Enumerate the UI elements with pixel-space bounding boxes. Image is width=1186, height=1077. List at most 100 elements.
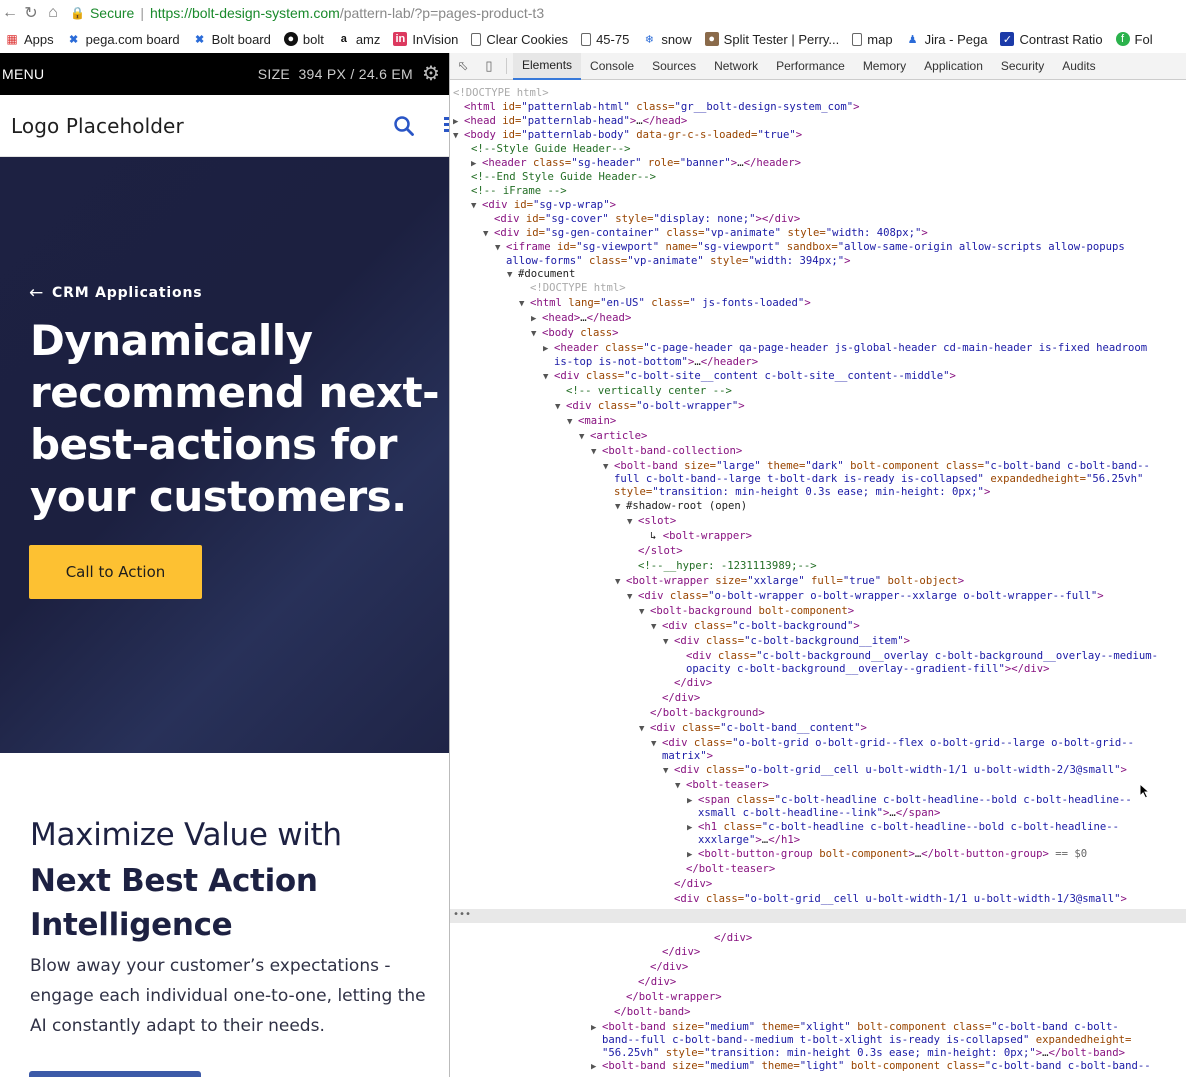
dom-node-line[interactable]: </div> [651, 946, 700, 959]
dom-node-line[interactable]: <div id="sg-cover" style="display: none;… [483, 213, 800, 226]
dom-node-line[interactable]: ▶ <head id="patternlab-head">…</head> [453, 115, 687, 129]
dom-node-line[interactable]: ▶ <span class="c-bolt-headline c-bolt-hea… [687, 794, 1132, 808]
dom-node-line[interactable]: </bolt-wrapper> [615, 991, 722, 1004]
bookmark-clear-cookies[interactable]: Clear Cookies [471, 32, 568, 47]
bookmark-amz[interactable]: a amz [337, 32, 381, 47]
bookmark-map[interactable]: map [852, 32, 893, 47]
dom-node-line[interactable]: ▼ <article> [579, 430, 647, 444]
dom-node-line[interactable]: <!-- vertically center --> [555, 385, 732, 398]
dom-node-line[interactable]: ▶ <head>…</head> [531, 312, 631, 326]
dom-node-line[interactable]: ▶ <bolt-band size="medium" theme="xlight"… [591, 1021, 1119, 1035]
tab-audits[interactable]: Audits [1053, 53, 1104, 80]
bookmark-pega-board[interactable]: ✖ pega.com board [67, 32, 180, 47]
search-icon[interactable] [392, 114, 416, 138]
dom-node-line[interactable]: <!-- iFrame --> [471, 185, 567, 198]
url-field[interactable]: 🔒 Secure | https://bolt-design-system.co… [70, 3, 544, 23]
dom-node-line[interactable]: band--full c-bolt-band--medium t-bolt-xl… [591, 1034, 1131, 1047]
dom-node-line[interactable]: ▼ <bolt-background bolt-component> [639, 605, 854, 619]
bookmark-apps[interactable]: ▦ Apps [5, 32, 53, 47]
back-icon[interactable]: ← [0, 0, 20, 25]
eyebrow-link[interactable]: ← CRM Applications [29, 283, 202, 303]
bookmark-split-tester[interactable]: ● Split Tester | Perry... [704, 32, 839, 47]
dom-node-line[interactable]: </div> [663, 677, 712, 690]
dom-node-line[interactable]: ▼ <html lang="en-US" class=" js-fonts-loa… [519, 297, 811, 311]
dom-node-line[interactable]: </bolt-band> [603, 1006, 691, 1019]
tab-network[interactable]: Network [705, 53, 767, 80]
bookmark-contrast-ratio[interactable]: ✓ Contrast Ratio [1000, 32, 1103, 47]
dom-node-line[interactable]: ▼ #document [507, 268, 575, 282]
dom-node-line[interactable]: ↳ <bolt-wrapper> [639, 530, 752, 543]
node-options-icon[interactable]: ••• [453, 909, 471, 920]
dom-node-line[interactable]: is-top is-not-bottom">…</header> [543, 356, 758, 369]
dom-node-line[interactable]: <div class="o-bolt-grid__cell u-bolt-wid… [663, 893, 1127, 906]
dom-node-line[interactable]: </bolt-teaser> [675, 863, 775, 876]
dom-node-line[interactable]: ▼ <div class="o-bolt-grid__cell u-bolt-wi… [663, 764, 1127, 778]
dom-node-line[interactable]: ▼ <main> [567, 415, 616, 429]
dom-node-line[interactable]: <!DOCTYPE html> [453, 87, 549, 100]
section-button[interactable] [29, 1071, 201, 1077]
dom-node-line[interactable]: </div> [627, 976, 676, 989]
dom-node-line[interactable]: xxxlarge">…</h1> [687, 834, 800, 847]
dom-node-line[interactable]: style="transition: min-height 0.3s ease;… [603, 486, 990, 499]
dom-node-line[interactable]: ▼ <div class="c-bolt-band__content"> [639, 722, 867, 736]
tab-sources[interactable]: Sources [643, 53, 705, 80]
dom-node-line[interactable]: ▶ <bolt-band size="medium" theme="light" … [591, 1060, 1151, 1074]
dom-node-line[interactable]: ▼ <div id="sg-vp-wrap"> [471, 199, 616, 213]
dom-node-line[interactable]: ▼ <div id="sg-gen-container" class="vp-an… [483, 227, 928, 241]
home-icon[interactable]: ⌂ [42, 0, 64, 25]
dom-node-line[interactable]: ▼ <div class="o-bolt-wrapper o-bolt-wrapp… [627, 590, 1104, 604]
dom-node-line[interactable]: <html id="patternlab-html" class="gr__bo… [453, 101, 860, 114]
dom-node-line[interactable]: ▼ <div class="c-bolt-site__content c-bolt… [543, 370, 956, 384]
bookmark-invision[interactable]: in InVision [393, 32, 458, 47]
dom-node-line[interactable]: ▶ <bolt-button-group bolt-component>…</bo… [687, 848, 1087, 862]
dom-node-line[interactable]: ▶ <h1 class="c-bolt-headline c-bolt-headl… [687, 821, 1119, 835]
bookmark-jira-pega[interactable]: ♟ Jira - Pega [906, 32, 988, 47]
dom-node-line[interactable]: "56.25vh" style="transition: min-height … [591, 1047, 1125, 1060]
dom-node-line[interactable]: </div> [703, 932, 752, 945]
tab-memory[interactable]: Memory [854, 53, 915, 80]
dom-node-line[interactable]: </slot> [627, 545, 683, 558]
dom-node-line[interactable]: <!DOCTYPE html> [519, 282, 626, 295]
dom-node-line[interactable]: ▼ <div class="c-bolt-background__item"> [663, 635, 910, 649]
dom-node-line[interactable]: ▼ <iframe id="sg-viewport" name="sg-viewp… [495, 241, 1125, 255]
logo[interactable]: Logo Placeholder [11, 114, 184, 138]
dom-node-line[interactable]: ▼ <bolt-wrapper size="xxlarge" full="true… [615, 575, 964, 589]
dom-node-line[interactable]: opacity c-bolt-background__overlay--grad… [675, 663, 1050, 676]
bookmark-bolt-board[interactable]: ✖ Bolt board [193, 32, 271, 47]
bookmark-snow[interactable]: ❄ snow [642, 32, 692, 47]
dom-node-line[interactable]: ▼ <bolt-teaser> [675, 779, 769, 793]
dom-node-line[interactable]: ▼ <div class="o-bolt-grid o-bolt-grid--fl… [651, 737, 1134, 751]
dom-node-line[interactable]: <!--Style Guide Header--> [471, 143, 630, 156]
dom-node-line[interactable]: ▶ <header class="c-page-header qa-page-he… [543, 342, 1147, 356]
bookmark-fol[interactable]: f Fol [1115, 32, 1153, 47]
dom-node-line[interactable]: </div> [663, 878, 712, 891]
bookmark-bolt[interactable]: ● bolt [283, 32, 324, 47]
dom-node-line[interactable]: full c-bolt-band--large t-bolt-dark is-r… [603, 473, 1143, 486]
tab-elements[interactable]: Elements [513, 52, 582, 80]
dom-node-line[interactable]: </bolt-background> [639, 707, 765, 720]
bookmark-45-75[interactable]: 45-75 [581, 32, 629, 47]
dom-node-line[interactable]: ▼ <slot> [627, 515, 676, 529]
dom-node-line[interactable]: matrix"> [651, 750, 713, 763]
dom-node-line[interactable]: allow-forms" class="vp-animate" style="w… [495, 255, 851, 268]
dom-node-line[interactable]: </div> [639, 961, 688, 974]
dom-node-line[interactable]: ▼ #shadow-root (open) [615, 500, 747, 514]
tab-application[interactable]: Application [915, 53, 992, 80]
tab-security[interactable]: Security [992, 53, 1053, 80]
tab-performance[interactable]: Performance [767, 53, 854, 80]
menu-button[interactable]: MENU [2, 66, 44, 82]
dom-node-line[interactable]: ▼ <div class="o-bolt-wrapper"> [555, 400, 745, 414]
dom-node-line[interactable]: ▶ <header class="sg-header" role="banner"… [471, 157, 801, 171]
dom-node-line[interactable]: xsmall c-bolt-headline--link">…</span> [687, 807, 940, 820]
gear-icon[interactable]: ⚙ [421, 64, 441, 84]
dom-node-line[interactable]: ▼ <bolt-band size="large" theme="dark" bo… [603, 460, 1150, 474]
dom-node-line[interactable]: ▼ <body id="patternlab-body" data-gr-c-s-… [453, 129, 802, 143]
dom-node-line[interactable]: ▼ <bolt-band-collection> [591, 445, 742, 459]
dom-node-line[interactable]: <!--End Style Guide Header--> [471, 171, 656, 184]
inspect-element-icon[interactable]: ⬁ [450, 53, 476, 80]
dom-node-line[interactable]: <!--__hyper: -1231113989;--> [627, 560, 817, 573]
dom-node-line[interactable]: <div class="c-bolt-background__overlay c… [675, 650, 1158, 663]
tab-console[interactable]: Console [581, 53, 643, 80]
dom-node-line[interactable]: ▼ <body class> [531, 327, 619, 341]
cta-button[interactable]: Call to Action [29, 545, 202, 599]
